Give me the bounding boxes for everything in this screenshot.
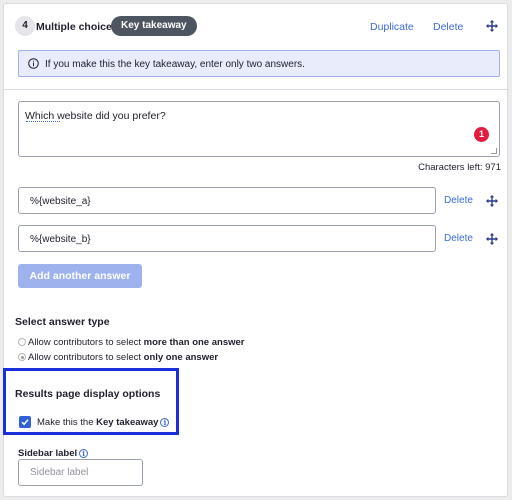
characters-left: Characters left: 971 [418,162,501,173]
delete-question-button[interactable]: Delete [433,21,463,33]
radio-multiple-answers[interactable]: Allow contributors to select more than o… [18,337,244,348]
delete-answer-1-button[interactable]: Delete [444,195,473,206]
resize-handle[interactable] [491,148,497,154]
results-display-options: Results page display options Make this t… [3,368,179,435]
delete-answer-2-button[interactable]: Delete [444,233,473,244]
key-takeaway-checkbox[interactable] [19,416,31,428]
question-type-label: Multiple choice [36,21,112,33]
info-banner-text: If you make this the key takeaway, enter… [45,59,305,70]
question-text-input[interactable]: Which website did you prefer? 1 [18,101,500,157]
key-takeaway-checkbox-label[interactable]: Make this the Key takeaway i [37,417,170,428]
add-answer-button[interactable]: Add another answer [18,264,142,288]
move-question-icon[interactable] [486,20,498,32]
results-display-heading: Results page display options [15,388,161,400]
answer-type-heading: Select answer type [15,316,110,328]
sidebar-label-input[interactable] [18,459,143,486]
radio-button[interactable] [18,338,26,346]
answer-value: %{website_a} [30,196,91,207]
move-answer-1-icon[interactable] [486,195,498,207]
error-count-badge[interactable]: 1 [474,127,489,142]
spellcheck-underline [26,121,60,122]
question-header: 4 Multiple choice Key takeaway Duplicate… [4,4,507,40]
info-icon[interactable]: i [79,449,89,458]
answer-input-1[interactable]: %{website_a} [18,187,436,214]
info-icon [28,58,39,72]
move-answer-2-icon[interactable] [486,233,498,245]
sidebar-label-heading: Sidebar label i [18,448,89,459]
key-takeaway-badge: Key takeaway [111,16,197,36]
duplicate-button[interactable]: Duplicate [370,21,414,33]
question-number: 4 [15,16,35,36]
answer-input-2[interactable]: %{website_b} [18,225,436,252]
divider [4,89,507,90]
radio-button-selected[interactable] [18,353,26,361]
info-banner: If you make this the key takeaway, enter… [18,50,500,77]
info-icon[interactable]: i [160,418,170,427]
sidebar-label-field[interactable] [19,460,142,485]
answer-value: %{website_b} [30,234,91,245]
radio-single-answer[interactable]: Allow contributors to select only one an… [18,352,218,363]
